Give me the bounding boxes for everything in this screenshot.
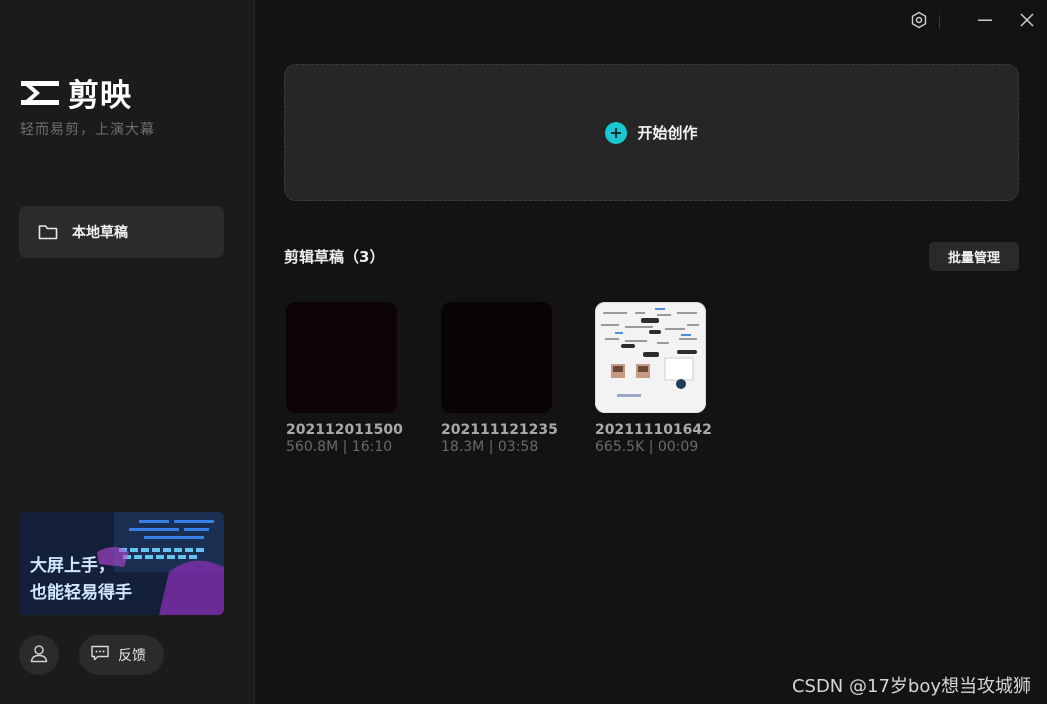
app-logo: 剪映 [18, 70, 132, 115]
drafts-section-title: 剪辑草稿（3） [284, 248, 385, 266]
folder-icon [38, 223, 58, 241]
draft-name: 202111121235 [441, 422, 558, 438]
sidebar: 剪映 轻而易剪，上演大幕 本地草稿 大屏上手， 也能轻易得手 反馈 [0, 0, 255, 704]
settings-button[interactable] [907, 10, 931, 34]
minimize-icon [977, 12, 993, 32]
draft-size: 18.3M [441, 439, 485, 455]
draft-card[interactable]: 202112011500 560.8M | 16:10 [286, 302, 403, 455]
app-window: 剪映 轻而易剪，上演大幕 本地草稿 大屏上手， 也能轻易得手 反馈 开始创作 剪… [0, 0, 1047, 704]
draft-duration: 16:10 [351, 439, 393, 455]
draft-meta: 18.3M | 03:58 [441, 439, 556, 455]
chat-icon [91, 645, 109, 665]
main-content: 开始创作 剪辑草稿（3） 批量管理 202112011500 560.8M | … [255, 0, 1047, 704]
draft-duration: 00:09 [657, 439, 699, 455]
controls-divider [939, 10, 941, 34]
draft-meta-separator: | [644, 439, 658, 455]
draft-thumbnail [286, 302, 397, 413]
close-icon [1019, 12, 1035, 32]
plus-icon [605, 121, 628, 144]
draft-meta-separator: | [338, 439, 352, 455]
draft-card[interactable]: 202111121235 18.3M | 03:58 [441, 302, 558, 455]
promo-line1: 大屏上手， [30, 556, 115, 576]
sidebar-item-local-drafts[interactable]: 本地草稿 [19, 206, 224, 258]
minimize-button[interactable] [973, 10, 997, 34]
sidebar-item-label: 本地草稿 [72, 225, 128, 241]
draft-meta: 665.5K | 00:09 [595, 439, 710, 455]
draft-name: 202111101642 [595, 422, 712, 438]
draft-duration: 03:58 [497, 439, 539, 455]
draft-meta: 560.8M | 16:10 [286, 439, 401, 455]
user-avatar-button[interactable] [19, 635, 59, 675]
app-name: 剪映 [68, 78, 132, 114]
settings-icon [910, 11, 928, 33]
draft-name: 202112011500 [286, 422, 403, 438]
draft-meta-separator: | [484, 439, 498, 455]
capcut-logo-icon [21, 80, 59, 105]
csdn-watermark: CSDN @17岁boy想当攻城狮 [791, 676, 1031, 697]
promo-banner[interactable]: 大屏上手， 也能轻易得手 [19, 512, 224, 615]
draft-size: 560.8M [286, 439, 339, 455]
promo-line2: 也能轻易得手 [30, 583, 132, 603]
start-creation-button[interactable]: 开始创作 [284, 64, 1019, 201]
batch-manage-button[interactable]: 批量管理 [929, 242, 1019, 271]
user-icon [29, 643, 49, 667]
start-creation-label: 开始创作 [637, 124, 698, 142]
draft-size: 665.5K [595, 439, 645, 455]
draft-thumbnail [441, 302, 552, 413]
feedback-button[interactable]: 反馈 [79, 635, 164, 675]
close-button[interactable] [1015, 10, 1039, 34]
draft-card[interactable]: 202111101642 665.5K | 00:09 [595, 302, 712, 455]
app-slogan: 轻而易剪，上演大幕 [20, 122, 155, 138]
draft-thumbnail [595, 302, 706, 413]
feedback-label: 反馈 [118, 648, 146, 664]
draft-thumbnail-image [595, 302, 706, 413]
